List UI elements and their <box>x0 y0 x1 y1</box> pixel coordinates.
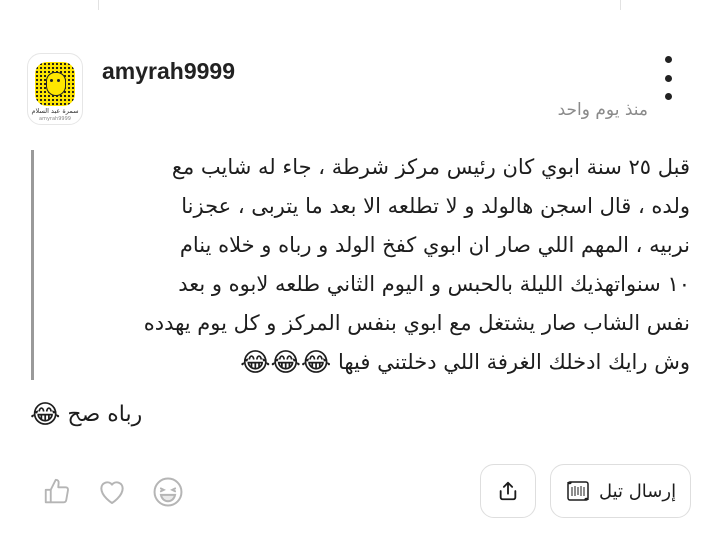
post-timestamp: منذ يوم واحد <box>557 100 648 120</box>
laugh-button[interactable] <box>150 474 186 510</box>
avatar-caption: سمرة عبد السلام <box>31 107 79 115</box>
quote-line: ١٠ سنواتهذيك الليلة بالحبس و اليوم الثان… <box>178 272 690 296</box>
username[interactable]: amyrah9999 <box>102 58 235 85</box>
more-dot <box>664 74 672 82</box>
scroll-icon <box>567 481 589 501</box>
share-button[interactable] <box>480 464 536 518</box>
share-icon <box>499 481 517 501</box>
quote-line: وش رايك ادخلك الغرفة اللي دخلتني فيها <box>337 350 690 374</box>
laughing-face-icon <box>153 477 183 507</box>
avatar[interactable]: سمرة عبد السلام amyrah9999 <box>27 53 83 125</box>
top-divider-left <box>98 0 99 10</box>
avatar-caption-small: amyrah9999 <box>39 116 71 122</box>
like-button[interactable] <box>40 474 74 508</box>
quote-line: قبل ٢٥ سنة ابوي كان رئيس مركز شرطة ، جاء… <box>171 155 690 179</box>
quote-line: ولده ، قال اسجن هالولد و لا تطلعه الا بع… <box>181 194 690 218</box>
send-tell-label: إرسال تيل <box>598 480 677 502</box>
top-divider-right <box>620 0 621 10</box>
more-dot <box>664 93 672 100</box>
quoted-post-text: قبل ٢٥ سنة ابوي كان رئيس مركز شرطة ، جاء… <box>50 148 690 382</box>
quote-line: نفس الشاب صار يشتغل مع ابوي بنفس المركز … <box>143 311 690 335</box>
thumbs-up-icon <box>44 478 69 504</box>
reply-text-content: رباه صح <box>67 402 143 427</box>
quote-bar <box>31 150 34 380</box>
quote-line: نربيه ، المهم اللي صار ان ابوي كفخ الولد… <box>179 233 690 257</box>
laughing-emoji-icon: 😂😂😂 <box>240 348 332 378</box>
send-tell-button[interactable]: إرسال تيل <box>550 464 691 518</box>
laughing-emoji-icon: 😂 <box>30 400 61 430</box>
bitmoji-face-icon <box>46 72 66 96</box>
reply-text: رباه صح 😂 <box>30 402 142 428</box>
more-options-button[interactable] <box>658 56 678 100</box>
quote-line-last: وش رايك ادخلك الغرفة اللي دخلتني فيها 😂😂… <box>50 343 690 382</box>
heart-button[interactable] <box>95 474 129 508</box>
heart-icon <box>100 481 124 504</box>
more-vertical-icon <box>664 56 672 63</box>
